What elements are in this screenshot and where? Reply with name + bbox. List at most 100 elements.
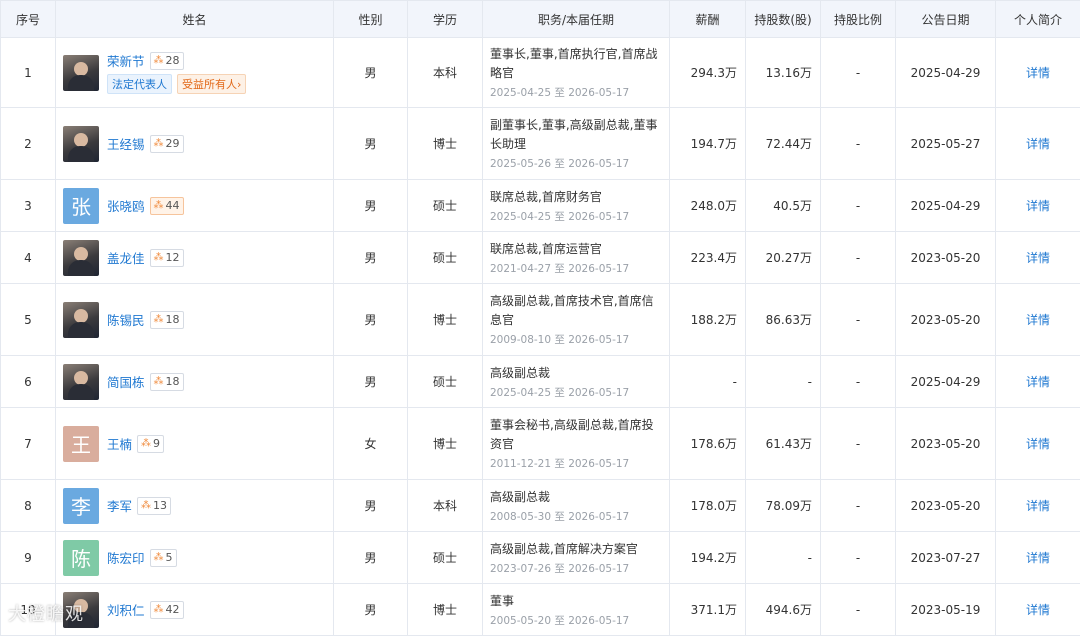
avatar[interactable] bbox=[63, 301, 99, 338]
person-name-link[interactable]: 王楠 bbox=[107, 434, 132, 453]
detail-link[interactable]: 详情 bbox=[1026, 603, 1050, 617]
shares-cell: 40.5万 bbox=[745, 179, 821, 232]
relation-score-badge[interactable]: ⁂ 18 bbox=[149, 372, 184, 391]
relation-score-badge[interactable]: ⁂ 28 bbox=[149, 51, 184, 70]
avatar[interactable]: 李 bbox=[63, 487, 99, 524]
announce-date-cell: 2025-04-29 bbox=[895, 37, 996, 108]
position-cell: 联席总裁,首席财务官 2025-04-25 至 2026-05-17 bbox=[482, 179, 670, 232]
education-cell: 博士 bbox=[407, 283, 483, 356]
person-name-link[interactable]: 张晓鸥 bbox=[107, 196, 145, 215]
column-header: 学历 bbox=[407, 0, 483, 38]
position-cell: 董事 2005-05-20 至 2026-05-17 bbox=[482, 583, 670, 636]
relation-score-badge[interactable]: ⁂ 42 bbox=[149, 600, 184, 619]
beneficial-owner-tag[interactable]: 受益所有人› bbox=[177, 74, 247, 94]
person-name-link[interactable]: 陈宏印 bbox=[107, 548, 145, 567]
person-name-link[interactable]: 王经锡 bbox=[107, 134, 145, 153]
profile-cell: 详情 bbox=[995, 355, 1080, 408]
share-ratio-cell: - bbox=[820, 283, 896, 356]
announce-date-cell: 2023-05-20 bbox=[895, 283, 996, 356]
relation-score: 5 bbox=[165, 551, 173, 564]
table-row: 7 王 王楠 ⁂ 9 女 博士 董事会秘书,高级副总裁,首席投资官 2011-12… bbox=[0, 407, 1080, 480]
term-range: 2008-05-30 至 2026-05-17 bbox=[490, 510, 630, 523]
education-cell: 硕士 bbox=[407, 231, 483, 284]
gender-cell: 男 bbox=[333, 479, 408, 532]
person-name-link[interactable]: 刘积仁 bbox=[107, 600, 145, 619]
position-title: 董事长,董事,首席执行官,首席战略官 bbox=[490, 47, 658, 80]
person-name-link[interactable]: 陈锡民 bbox=[107, 310, 145, 329]
network-icon: ⁂ bbox=[153, 138, 164, 149]
relation-score-badge[interactable]: ⁂ 12 bbox=[149, 248, 184, 267]
relation-score: 29 bbox=[165, 137, 180, 150]
relation-score-badge[interactable]: ⁂ 9 bbox=[137, 434, 165, 453]
detail-link[interactable]: 详情 bbox=[1026, 251, 1050, 265]
relation-score-badge[interactable]: ⁂ 44 bbox=[149, 196, 184, 215]
table-row: 3 张 张晓鸥 ⁂ 44 男 硕士 联席总裁,首席财务官 2025-04-25 至… bbox=[0, 179, 1080, 232]
detail-link[interactable]: 详情 bbox=[1026, 137, 1050, 151]
person-name-link[interactable]: 简国栋 bbox=[107, 372, 145, 391]
relation-score: 18 bbox=[165, 375, 180, 388]
relation-score-badge[interactable]: ⁂ 18 bbox=[149, 310, 184, 329]
row-index: 5 bbox=[0, 283, 56, 356]
term-range: 2023-07-26 至 2026-05-17 bbox=[490, 562, 630, 575]
detail-link[interactable]: 详情 bbox=[1026, 551, 1050, 565]
term-range: 2025-04-25 至 2026-05-17 bbox=[490, 210, 630, 223]
network-icon: ⁂ bbox=[153, 55, 164, 66]
avatar[interactable]: 张 bbox=[63, 187, 99, 224]
salary-cell: 194.7万 bbox=[669, 107, 746, 180]
person-name-link[interactable]: 李军 bbox=[107, 496, 132, 515]
detail-link[interactable]: 详情 bbox=[1026, 437, 1050, 451]
row-index: 1 bbox=[0, 37, 56, 108]
relation-score-badge[interactable]: ⁂ 13 bbox=[137, 496, 172, 515]
column-header: 薪酬 bbox=[669, 0, 746, 38]
avatar[interactable] bbox=[63, 125, 99, 162]
avatar[interactable] bbox=[63, 363, 99, 400]
detail-link[interactable]: 详情 bbox=[1026, 199, 1050, 213]
position-title: 联席总裁,首席运营官 bbox=[490, 241, 602, 256]
table-row: 2 王经锡 ⁂ 29 男 博士 副董事长,董事,高级副总裁,董事长助理 2025-… bbox=[0, 107, 1080, 180]
education-cell: 博士 bbox=[407, 583, 483, 636]
name-cell: 王经锡 ⁂ 29 bbox=[55, 107, 334, 180]
gender-cell: 女 bbox=[333, 407, 408, 480]
avatar[interactable] bbox=[63, 239, 99, 276]
detail-link[interactable]: 详情 bbox=[1026, 66, 1050, 80]
gender-cell: 男 bbox=[333, 231, 408, 284]
avatar[interactable]: 王 bbox=[63, 425, 99, 462]
term-range: 2025-05-26 至 2026-05-17 bbox=[490, 158, 630, 170]
term-range: 2011-12-21 至 2026-05-17 bbox=[490, 458, 630, 470]
name-cell: 盖龙佳 ⁂ 12 bbox=[55, 231, 334, 284]
position-cell: 高级副总裁,首席解决方案官 2023-07-26 至 2026-05-17 bbox=[482, 531, 670, 584]
avatar[interactable] bbox=[63, 54, 99, 91]
table-row: 8 李 李军 ⁂ 13 男 本科 高级副总裁 2008-05-30 至 2026-… bbox=[0, 479, 1080, 532]
announce-date-cell: 2025-04-29 bbox=[895, 355, 996, 408]
share-ratio-cell: - bbox=[820, 479, 896, 532]
table-row: 1 荣新节 ⁂ 28 法定代表人 受益所有人› 男 本科 董事长,董事,首席执行官,… bbox=[0, 37, 1080, 108]
shares-cell: 13.16万 bbox=[745, 37, 821, 108]
term-range: 2025-04-25 至 2026-05-17 bbox=[490, 87, 630, 99]
salary-cell: 294.3万 bbox=[669, 37, 746, 108]
detail-link[interactable]: 详情 bbox=[1026, 499, 1050, 513]
profile-cell: 详情 bbox=[995, 531, 1080, 584]
term-range: 2021-04-27 至 2026-05-17 bbox=[490, 262, 630, 275]
salary-cell: 194.2万 bbox=[669, 531, 746, 584]
salary-cell: 178.0万 bbox=[669, 479, 746, 532]
profile-cell: 详情 bbox=[995, 179, 1080, 232]
position-cell: 副董事长,董事,高级副总裁,董事长助理 2025-05-26 至 2026-05… bbox=[482, 107, 670, 180]
share-ratio-cell: - bbox=[820, 231, 896, 284]
relation-score-badge[interactable]: ⁂ 29 bbox=[149, 134, 184, 153]
relation-score: 9 bbox=[153, 437, 161, 450]
detail-link[interactable]: 详情 bbox=[1026, 375, 1050, 389]
relation-score-badge[interactable]: ⁂ 5 bbox=[149, 548, 177, 567]
share-ratio-cell: - bbox=[820, 531, 896, 584]
announce-date-cell: 2023-05-20 bbox=[895, 407, 996, 480]
network-icon: ⁂ bbox=[153, 552, 164, 563]
person-name-link[interactable]: 荣新节 bbox=[107, 51, 145, 70]
network-icon: ⁂ bbox=[153, 200, 164, 211]
detail-link[interactable]: 详情 bbox=[1026, 313, 1050, 327]
education-cell: 博士 bbox=[407, 107, 483, 180]
name-cell: 张 张晓鸥 ⁂ 44 bbox=[55, 179, 334, 232]
avatar[interactable]: 陈 bbox=[63, 539, 99, 576]
term-range: 2009-08-10 至 2026-05-17 bbox=[490, 334, 630, 346]
announce-date-cell: 2025-05-27 bbox=[895, 107, 996, 180]
network-icon: ⁂ bbox=[153, 252, 164, 263]
person-name-link[interactable]: 盖龙佳 bbox=[107, 248, 145, 267]
